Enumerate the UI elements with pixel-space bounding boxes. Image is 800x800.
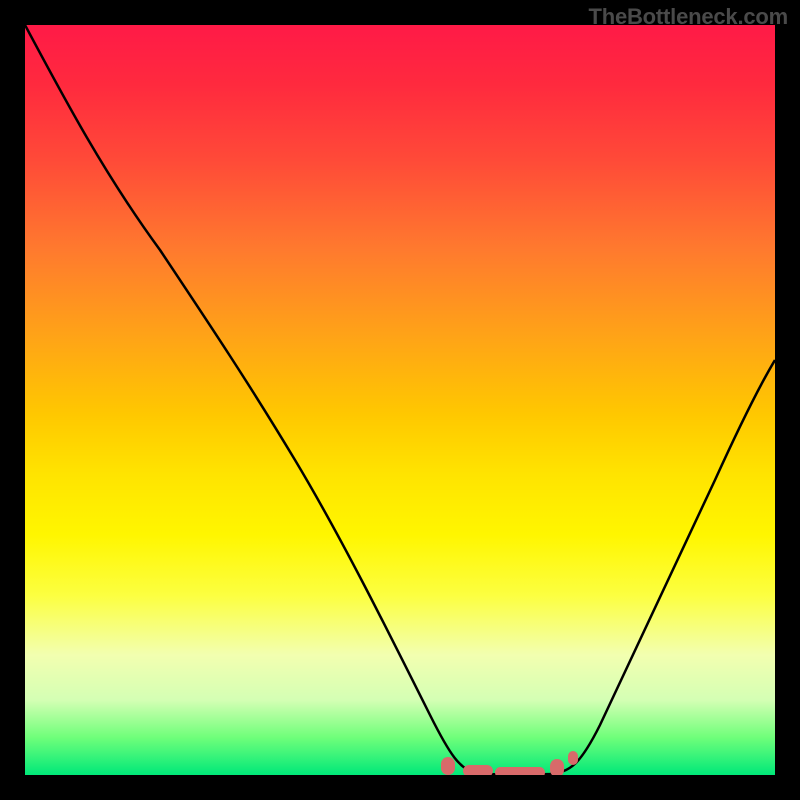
valley-marker-dot-left [441,757,455,775]
chart-frame: TheBottleneck.com [0,0,800,800]
valley-marker-segment-1 [463,765,493,775]
plot-area [25,25,775,775]
valley-marker-segment-2 [495,767,545,775]
gradient-background [25,25,775,775]
valley-marker-dot-right [550,759,564,775]
valley-marker-tail [568,751,578,765]
